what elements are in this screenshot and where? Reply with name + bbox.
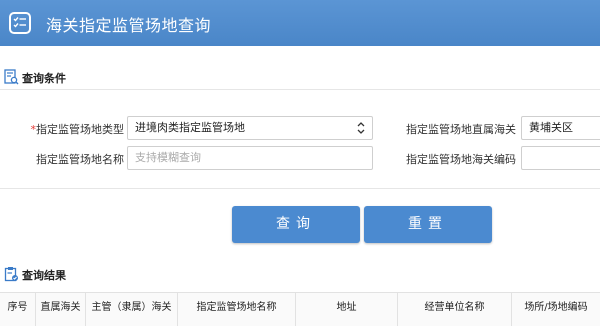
select-arrows-icon xyxy=(357,122,365,134)
query-section-title: 查询条件 xyxy=(22,72,66,85)
column-header[interactable]: 指定监管场地名称 xyxy=(178,293,296,326)
query-section-header: 查询条件 xyxy=(0,66,600,88)
reset-button[interactable]: 重置 xyxy=(364,206,492,243)
checklist-icon xyxy=(9,12,31,34)
search-document-icon xyxy=(4,69,19,85)
site-name-input[interactable]: 支持模糊查询 xyxy=(127,146,373,170)
customs-code-label: 指定监管场地海关编码 xyxy=(406,153,516,166)
site-type-select[interactable]: 进境肉类指定监管场地 xyxy=(127,116,373,140)
site-type-value: 进境肉类指定监管场地 xyxy=(135,121,245,134)
divider xyxy=(0,188,600,189)
results-table-header: 序号 直属海关 主管（隶属）海关 指定监管场地名称 地址 经营单位名称 场所/场… xyxy=(0,292,600,326)
query-button[interactable]: 查询 xyxy=(232,206,360,243)
result-section-title: 查询结果 xyxy=(22,269,66,282)
column-header[interactable]: 场所/场地编码 xyxy=(512,293,600,326)
page-title: 海关指定监管场地查询 xyxy=(46,16,212,35)
customs-code-input[interactable] xyxy=(521,146,600,170)
clipboard-check-icon xyxy=(4,267,18,282)
column-header[interactable]: 主管（隶属）海关 xyxy=(86,293,178,326)
column-header[interactable]: 直属海关 xyxy=(36,293,86,326)
site-type-label: *指定监管场地类型 xyxy=(30,123,125,136)
column-header[interactable]: 地址 xyxy=(296,293,398,326)
app-header: 海关指定监管场地查询 xyxy=(0,0,600,46)
customs-select[interactable]: 黄埔关区 xyxy=(521,116,600,140)
customs-label: 指定监管场地直属海关 xyxy=(406,123,516,136)
column-header[interactable]: 序号 xyxy=(0,293,36,326)
divider xyxy=(0,89,600,90)
result-section-header: 查询结果 xyxy=(0,263,600,285)
site-name-label: 指定监管场地名称 xyxy=(36,153,124,166)
column-header[interactable]: 经营单位名称 xyxy=(398,293,512,326)
